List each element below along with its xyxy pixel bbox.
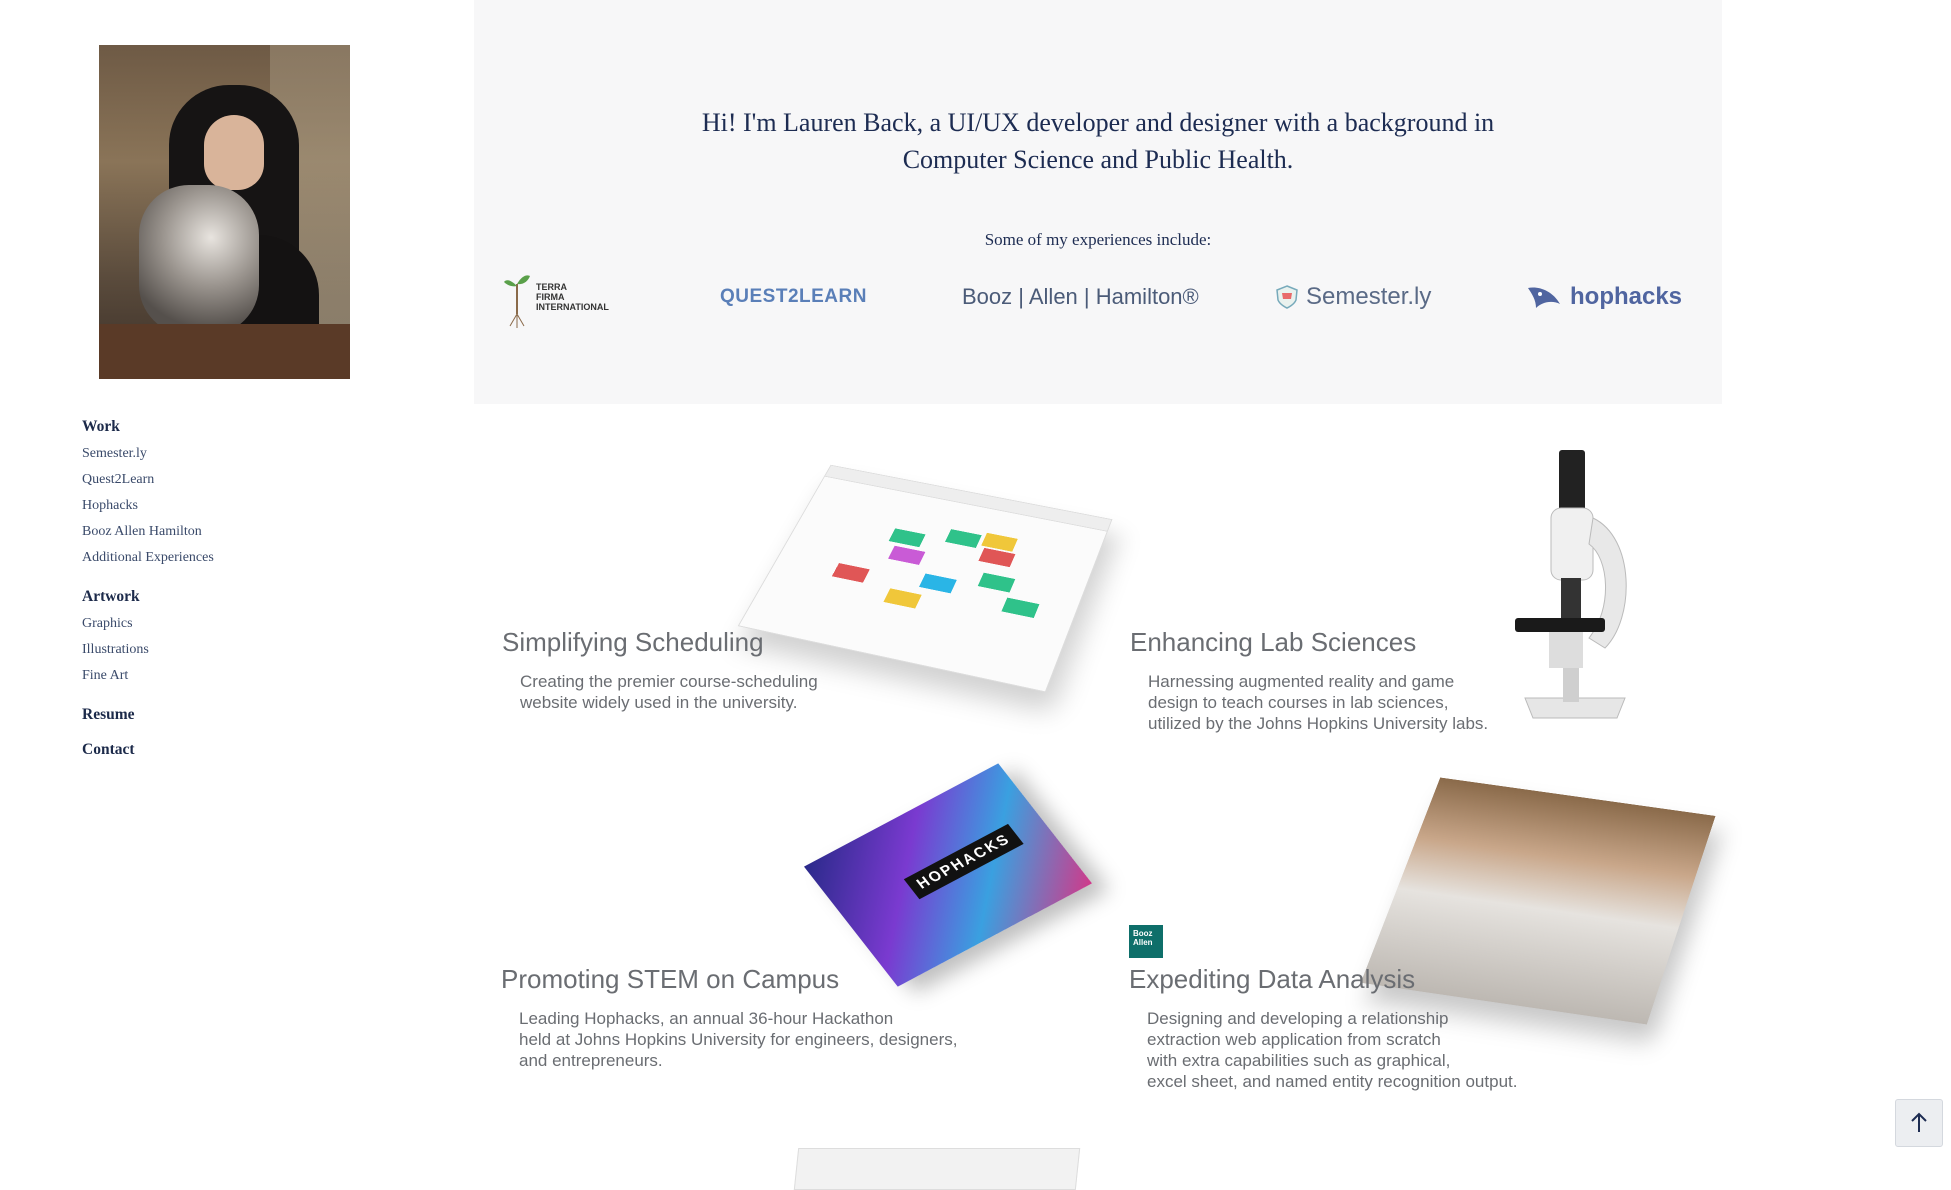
- terra-firma-logo: TERRA FIRMA INTERNATIONAL: [502, 262, 609, 332]
- card-title-scheduling: Simplifying Scheduling: [502, 627, 764, 657]
- card-desc-line: and entrepreneurs.: [519, 1051, 663, 1070]
- card-desc-line: Harnessing augmented reality and game: [1148, 672, 1455, 691]
- sidebar-nav: Work Semester.ly Quest2Learn Hophacks Bo…: [82, 418, 214, 769]
- nav-group-artwork: Artwork Graphics Illustrations Fine Art: [82, 588, 214, 684]
- card-desc-line: Designing and developing a relationship: [1147, 1009, 1449, 1028]
- card-desc-line: excel sheet, and named entity recognitio…: [1147, 1072, 1518, 1091]
- hophacks-screenshot: HOPHACKS: [803, 763, 1093, 987]
- nav-item-fine-art[interactable]: Fine Art: [82, 668, 214, 684]
- nav-link-resume[interactable]: Resume: [82, 706, 214, 724]
- nav-item-quest2learn[interactable]: Quest2Learn: [82, 472, 214, 488]
- nav-heading-work[interactable]: Work: [82, 418, 214, 436]
- hophacks-image-text: HOPHACKS: [903, 823, 1024, 900]
- badge-line-2: Allen: [1133, 938, 1153, 947]
- hopper-bird-icon: [1528, 287, 1560, 308]
- badge-line-1: Booz: [1133, 929, 1153, 938]
- sprout-icon: [504, 275, 530, 328]
- card-desc-line: Creating the premier course-scheduling: [520, 672, 818, 691]
- hero-intro-line-2: Computer Science and Public Health.: [902, 145, 1294, 174]
- terra-line-3: INTERNATIONAL: [536, 302, 609, 312]
- nav-item-illustrations[interactable]: Illustrations: [82, 642, 214, 658]
- hophacks-logo-text: hophacks: [1570, 283, 1683, 310]
- hero-intro: Hi! I'm Lauren Back, a UI/UX developer a…: [474, 104, 1722, 178]
- semesterly-logo-text: Semester.ly: [1306, 283, 1432, 310]
- semesterly-logo: Semester.ly: [1274, 262, 1431, 332]
- terra-line-2: FIRMA: [536, 292, 565, 302]
- card-desc-line: website widely used in the university.: [520, 693, 798, 712]
- card-desc-line: utilized by the Johns Hopkins University…: [1148, 714, 1489, 733]
- nav-item-hophacks[interactable]: Hophacks: [82, 498, 214, 514]
- card-desc-line: with extra capabilities such as graphica…: [1147, 1051, 1451, 1070]
- card-desc-line: design to teach courses in lab sciences,: [1148, 693, 1449, 712]
- profile-photo: [99, 45, 350, 379]
- shield-icon: [1276, 285, 1298, 309]
- booz-allen-logo: Booz | Allen | Hamilton®: [962, 284, 1199, 309]
- nav-link-contact[interactable]: Contact: [82, 741, 214, 759]
- card-desc-line: Leading Hophacks, an annual 36-hour Hack…: [519, 1009, 894, 1028]
- nav-heading-artwork[interactable]: Artwork: [82, 588, 214, 606]
- arrow-up-icon: [1911, 1112, 1927, 1132]
- quest2learn-logo: QUEST2LEARN: [720, 286, 867, 307]
- card-title-lab-sciences: Enhancing Lab Sciences: [1130, 627, 1417, 657]
- booz-allen-badge: Booz Allen: [1129, 925, 1163, 958]
- card-desc-data-analysis: Designing and developing a relationship …: [1147, 1008, 1517, 1092]
- hero-intro-line-1: Hi! I'm Lauren Back, a UI/UX developer a…: [701, 108, 1495, 137]
- nav-item-semesterly[interactable]: Semester.ly: [82, 446, 214, 462]
- card-title-data-analysis: Expediting Data Analysis: [1129, 964, 1416, 994]
- microscope-image: [1515, 450, 1627, 719]
- hophacks-logo: hophacks: [1526, 262, 1682, 332]
- next-project-screenshot[interactable]: [793, 1148, 1081, 1190]
- card-desc-line: held at Johns Hopkins University for eng…: [519, 1030, 958, 1049]
- card-desc-line: extraction web application from scratch: [1147, 1030, 1441, 1049]
- nav-item-graphics[interactable]: Graphics: [82, 616, 214, 632]
- hero-section: Hi! I'm Lauren Back, a UI/UX developer a…: [474, 0, 1722, 404]
- nav-item-additional-experiences[interactable]: Additional Experiences: [82, 550, 214, 566]
- experiences-subtitle: Some of my experiences include:: [984, 230, 1212, 249]
- card-desc-scheduling: Creating the premier course-scheduling w…: [520, 671, 818, 713]
- nav-group-work: Work Semester.ly Quest2Learn Hophacks Bo…: [82, 418, 214, 566]
- back-to-top-button[interactable]: [1895, 1099, 1943, 1147]
- card-desc-stem: Leading Hophacks, an annual 36-hour Hack…: [519, 1008, 957, 1071]
- card-title-stem: Promoting STEM on Campus: [501, 964, 840, 994]
- semesterly-screenshot: [737, 464, 1113, 693]
- card-desc-lab-sciences: Harnessing augmented reality and game de…: [1148, 671, 1488, 734]
- terra-line-1: TERRA: [536, 282, 567, 292]
- sidebar: Work Semester.ly Quest2Learn Hophacks Bo…: [0, 0, 470, 1172]
- nav-item-booz-allen[interactable]: Booz Allen Hamilton: [82, 524, 214, 540]
